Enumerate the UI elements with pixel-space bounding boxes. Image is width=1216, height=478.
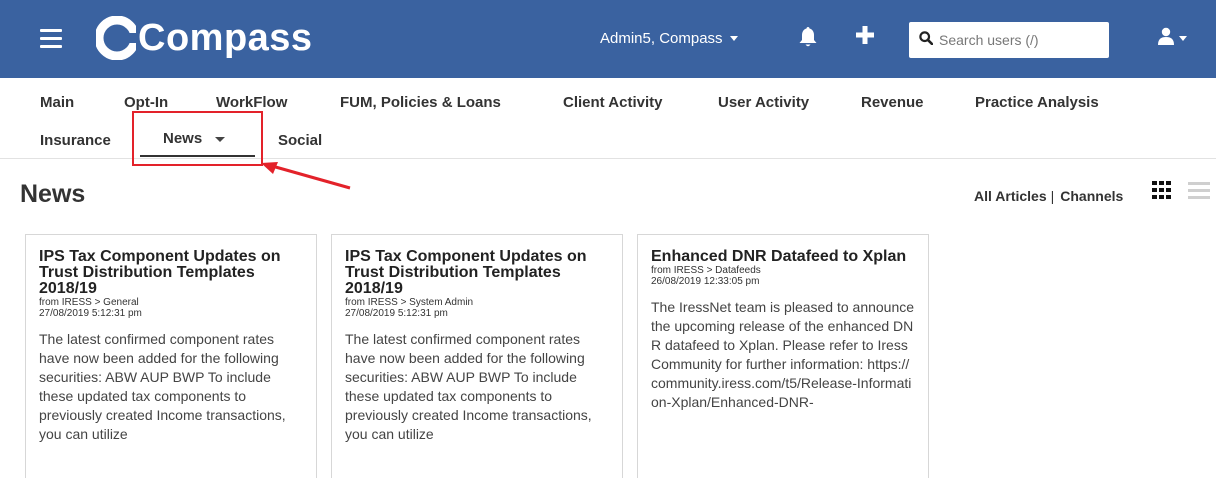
news-card[interactable]: Enhanced DNR Datafeed to Xplan from IRES… (637, 234, 929, 478)
channels-link[interactable]: Channels (1060, 188, 1123, 204)
grid-view-icon[interactable] (1152, 181, 1174, 206)
card-date: 27/08/2019 5:12:31 pm (39, 308, 142, 319)
annotation-arrow (258, 160, 358, 199)
plus-icon[interactable] (856, 26, 874, 49)
user-menu[interactable]: Admin5, Compass (600, 30, 738, 47)
tab-practice-analysis[interactable]: Practice Analysis (975, 94, 1099, 111)
logo-c-mark (94, 15, 140, 61)
card-date: 27/08/2019 5:12:31 pm (345, 308, 448, 319)
menu-icon[interactable] (40, 29, 62, 49)
bell-icon[interactable] (798, 26, 818, 53)
card-body: The latest confirmed component rates hav… (39, 331, 286, 442)
user-menu-label: Admin5, Compass (600, 30, 723, 47)
all-articles-link[interactable]: All Articles (974, 188, 1047, 204)
account-menu[interactable] (1157, 27, 1187, 50)
tab-main[interactable]: Main (40, 94, 74, 111)
tab-client-activity[interactable]: Client Activity (563, 94, 662, 111)
news-card[interactable]: IPS Tax Component Updates on Trust Distr… (25, 234, 317, 478)
search-box (909, 22, 1109, 58)
chevron-down-icon (1179, 36, 1187, 41)
news-card[interactable]: IPS Tax Component Updates on Trust Distr… (331, 234, 623, 478)
page-title: News (20, 180, 86, 208)
chevron-down-icon (729, 36, 738, 41)
user-icon (1157, 27, 1175, 50)
link-separator: | (1050, 188, 1055, 204)
tab-revenue[interactable]: Revenue (861, 94, 924, 111)
tab-insurance[interactable]: Insurance (40, 132, 111, 149)
tab-user-activity[interactable]: User Activity (718, 94, 809, 111)
top-bar: Compass Admin5, Compass (0, 0, 1216, 78)
card-title[interactable]: Enhanced DNR Datafeed to Xplan (651, 249, 915, 265)
card-title[interactable]: IPS Tax Component Updates on Trust Distr… (345, 249, 609, 297)
card-body: The latest confirmed component rates hav… (345, 331, 592, 442)
tab-workflow[interactable]: WorkFlow (216, 94, 287, 111)
card-source: from IRESS > General (39, 297, 139, 308)
card-source: from IRESS > System Admin (345, 297, 474, 308)
tab-fum-policies-loans[interactable]: FUM, Policies & Loans (340, 94, 501, 111)
app-title: Compass (138, 16, 313, 59)
card-body: The IressNet team is pleased to announce… (651, 299, 915, 410)
highlight-box (132, 111, 263, 166)
card-date: 26/08/2019 12:33:05 pm (651, 276, 760, 287)
search-input[interactable] (939, 32, 1099, 48)
card-source: from IRESS > Datafeeds (651, 265, 761, 276)
tab-opt-in[interactable]: Opt-In (124, 94, 168, 111)
view-links: All Articles | Channels (974, 188, 1123, 204)
app-logo[interactable]: Compass (94, 4, 313, 72)
tab-opt-in-label: Opt-In (124, 94, 169, 111)
tab-social[interactable]: Social (278, 132, 322, 149)
list-view-icon[interactable] (1188, 182, 1210, 207)
search-icon (919, 30, 934, 50)
card-title[interactable]: IPS Tax Component Updates on Trust Distr… (39, 249, 303, 297)
